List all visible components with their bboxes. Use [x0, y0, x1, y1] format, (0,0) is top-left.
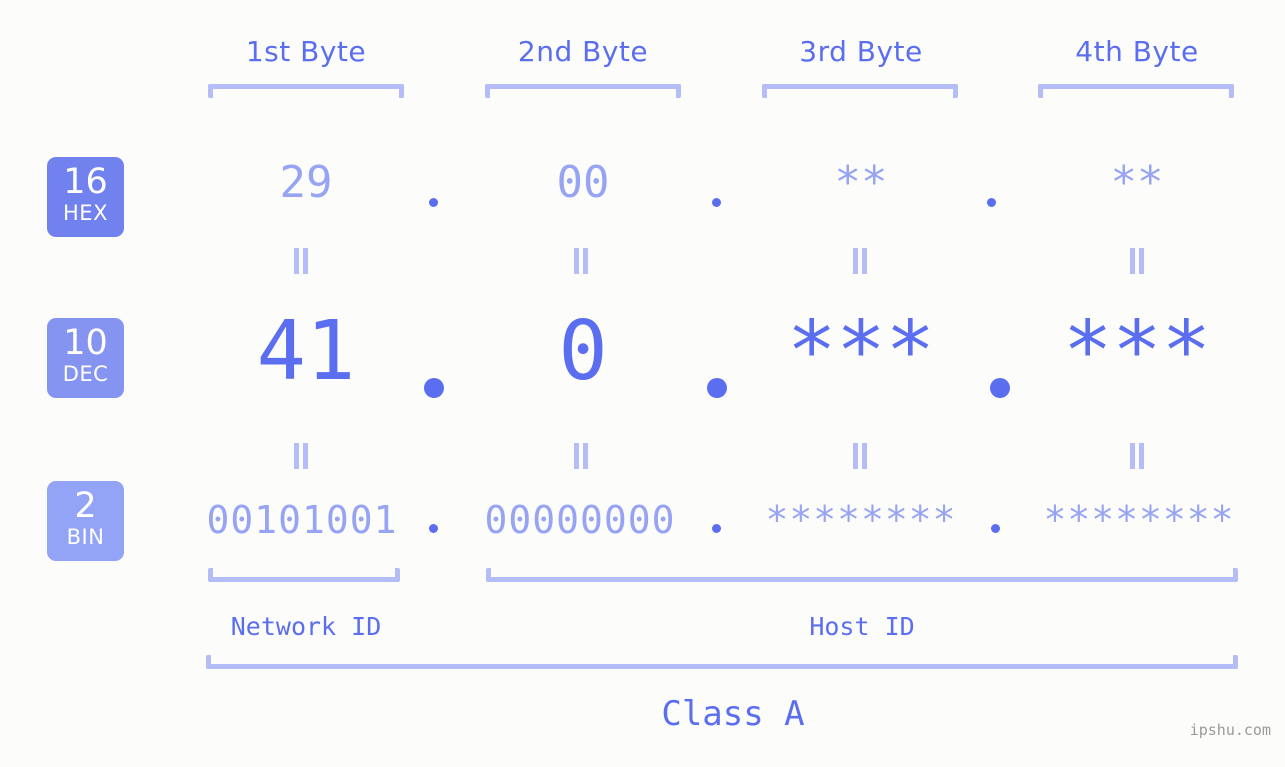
bin-byte-4: ******** — [1043, 498, 1235, 542]
byte-header-2: 2nd Byte — [517, 35, 649, 68]
dec-byte-4: *** — [1062, 304, 1212, 399]
byte-bracket-1 — [208, 84, 404, 98]
host-id-label: Host ID — [809, 612, 915, 641]
equals-marker-hex-dec-4 — [1125, 248, 1149, 274]
bin-separator-dot-1 — [429, 524, 438, 533]
equals-marker-hex-dec-2 — [569, 248, 593, 274]
base-badge-hex-number: 16 — [63, 162, 108, 202]
base-badge-dec-number: 10 — [63, 323, 108, 363]
base-badge-bin-abbr: BIN — [66, 525, 105, 549]
dec-byte-3: *** — [786, 304, 936, 399]
hex-separator-dot-3 — [987, 198, 996, 207]
hex-byte-3: ** — [834, 157, 888, 208]
bin-byte-2: 00000000 — [484, 498, 676, 542]
equals-marker-hex-dec-3 — [848, 248, 872, 274]
equals-marker-dec-bin-4 — [1125, 443, 1149, 469]
equals-marker-dec-bin-2 — [569, 443, 593, 469]
dec-byte-1: 41 — [256, 304, 356, 399]
equals-marker-dec-bin-1 — [289, 443, 313, 469]
byte-bracket-2 — [485, 84, 681, 98]
site-watermark: ipshu.com — [1189, 721, 1271, 739]
base-badge-hex[interactable]: 16 HEX — [47, 157, 124, 237]
class-bracket — [206, 655, 1238, 669]
base-badge-dec-abbr: DEC — [62, 362, 109, 386]
byte-header-3: 3rd Byte — [799, 35, 923, 68]
dec-separator-dot-2 — [707, 378, 727, 398]
byte-bracket-4 — [1038, 84, 1234, 98]
equals-marker-hex-dec-1 — [289, 248, 313, 274]
bin-separator-dot-3 — [991, 524, 1000, 533]
bin-byte-1: 00101001 — [206, 498, 398, 542]
equals-marker-dec-bin-3 — [848, 443, 872, 469]
ip-address-breakdown-diagram: 1st Byte 2nd Byte 3rd Byte 4th Byte 16 H… — [0, 0, 1285, 767]
bin-separator-dot-2 — [712, 524, 721, 533]
base-badge-hex-abbr: HEX — [63, 201, 108, 225]
network-id-label: Network ID — [230, 612, 382, 641]
bin-byte-3: ******** — [765, 498, 957, 542]
network-id-bracket — [208, 568, 400, 582]
dec-separator-dot-1 — [424, 378, 444, 398]
hex-byte-4: ** — [1110, 157, 1164, 208]
base-badge-dec[interactable]: 10 DEC — [47, 318, 124, 398]
base-badge-bin-number: 2 — [74, 486, 97, 526]
dec-separator-dot-3 — [990, 378, 1010, 398]
base-badge-bin[interactable]: 2 BIN — [47, 481, 124, 561]
hex-byte-1: 29 — [279, 157, 333, 208]
host-id-bracket — [486, 568, 1238, 582]
byte-header-4: 4th Byte — [1075, 35, 1199, 68]
hex-byte-2: 00 — [556, 157, 610, 208]
class-label: Class A — [661, 694, 805, 734]
hex-separator-dot-2 — [712, 198, 721, 207]
byte-header-1: 1st Byte — [245, 35, 367, 68]
byte-bracket-3 — [762, 84, 958, 98]
dec-byte-2: 0 — [558, 304, 608, 399]
hex-separator-dot-1 — [429, 198, 438, 207]
